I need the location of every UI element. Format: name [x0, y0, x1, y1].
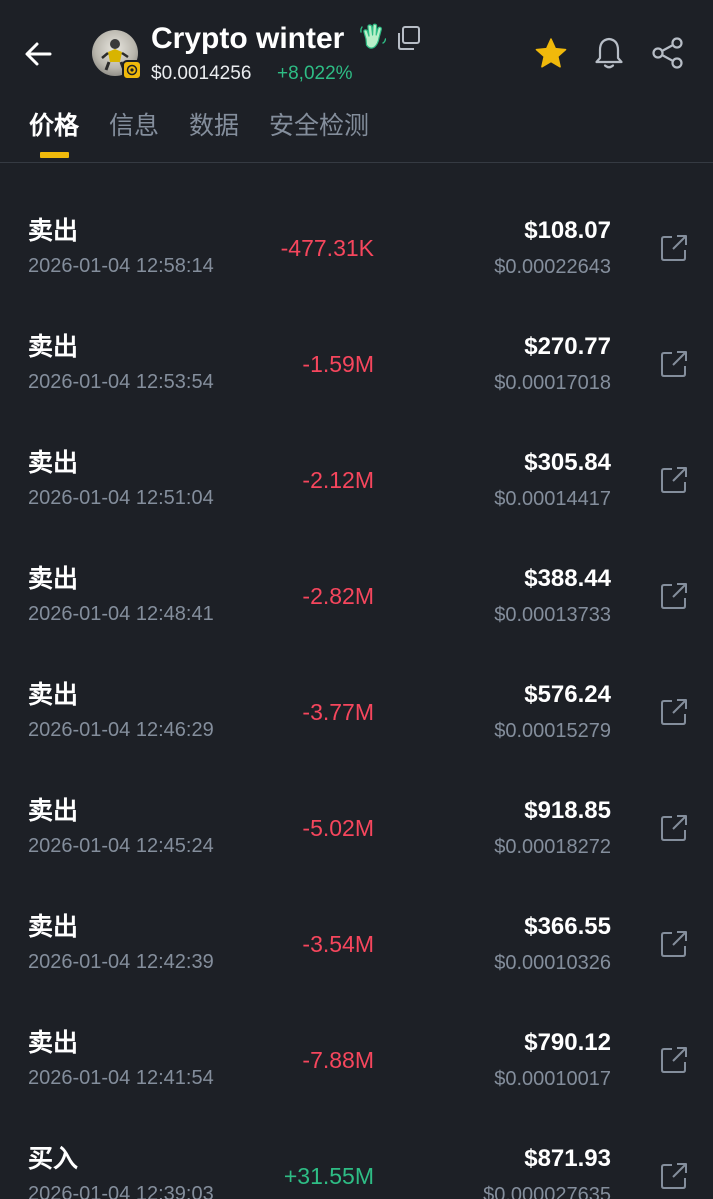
trade-row[interactable]: 卖出 2026-01-04 12:42:39 -3.54M $366.55 $0…	[0, 881, 713, 997]
trade-row[interactable]: 卖出 2026-01-04 12:58:14 -477.31K $108.07 …	[0, 185, 713, 301]
trade-side: 卖出	[28, 217, 79, 245]
trade-side: 卖出	[28, 681, 79, 709]
chain-badge-icon	[122, 60, 142, 80]
trade-amount: -1.59M	[302, 351, 374, 377]
trade-row[interactable]: 卖出 2026-01-04 12:45:24 -5.02M $918.85 $0…	[0, 765, 713, 881]
trade-usd-value: $108.07	[524, 217, 611, 244]
share-icon[interactable]	[650, 35, 686, 71]
trade-price: $0.000027635	[483, 1184, 611, 1199]
trade-price: $0.00014417	[494, 488, 611, 510]
tab-bar: 价格 信息 数据 安全检测	[0, 100, 713, 163]
bell-icon[interactable]	[591, 35, 627, 71]
trade-usd-value: $790.12	[524, 1029, 611, 1056]
external-link-icon[interactable]	[659, 1045, 689, 1075]
trade-side: 卖出	[28, 1029, 79, 1057]
token-price: $0.0014256	[151, 63, 252, 84]
tab-security-check[interactable]: 安全检测	[269, 110, 369, 142]
trade-usd-value: $270.77	[524, 333, 611, 360]
trade-price: $0.00018272	[494, 836, 611, 858]
star-icon[interactable]	[533, 36, 569, 72]
external-link-icon[interactable]	[659, 465, 689, 495]
trade-amount: +31.55M	[283, 1163, 374, 1189]
arrow-left-icon[interactable]	[20, 34, 60, 74]
trade-price: $0.00013733	[494, 604, 611, 626]
external-link-icon[interactable]	[659, 929, 689, 959]
external-link-icon[interactable]	[659, 1161, 689, 1191]
trade-price: $0.00022643	[494, 256, 611, 278]
trade-time: 2026-01-04 12:39:03	[28, 1183, 214, 1199]
trade-row[interactable]: 卖出 2026-01-04 12:41:54 -7.88M $790.12 $0…	[0, 997, 713, 1113]
trade-list: 卖出 2026-01-04 12:58:14 -477.31K $108.07 …	[0, 185, 713, 1199]
active-tab-indicator	[40, 152, 69, 158]
trade-side: 卖出	[28, 913, 79, 941]
wave-hand-icon	[360, 23, 386, 49]
trade-row[interactable]: 卖出 2026-01-04 12:48:41 -2.82M $388.44 $0…	[0, 533, 713, 649]
token-price-change: +8,022%	[277, 63, 353, 84]
trade-row[interactable]: 卖出 2026-01-04 12:51:04 -2.12M $305.84 $0…	[0, 417, 713, 533]
trade-time: 2026-01-04 12:58:14	[28, 255, 214, 277]
tab-data[interactable]: 数据	[189, 110, 239, 142]
trade-side: 买入	[28, 1145, 79, 1173]
trade-amount: -2.82M	[302, 583, 374, 609]
trade-price: $0.00010017	[494, 1068, 611, 1090]
trade-amount: -7.88M	[302, 1047, 374, 1073]
trade-row[interactable]: 卖出 2026-01-04 12:46:29 -3.77M $576.24 $0…	[0, 649, 713, 765]
token-header: Crypto winter $0.0014256 +8,022%	[0, 0, 713, 100]
trade-price: $0.00017018	[494, 372, 611, 394]
trade-usd-value: $388.44	[524, 565, 611, 592]
trade-usd-value: $918.85	[524, 797, 611, 824]
trade-time: 2026-01-04 12:51:04	[28, 487, 214, 509]
token-name: Crypto winter	[151, 22, 345, 55]
trade-row[interactable]: 买入 2026-01-04 12:39:03 +31.55M $871.93 $…	[0, 1113, 713, 1199]
external-link-icon[interactable]	[659, 581, 689, 611]
token-trades-page: Crypto winter $0.0014256 +8,022% 价格 信息 数…	[0, 0, 713, 1199]
trade-side: 卖出	[28, 333, 79, 361]
trade-amount: -477.31K	[280, 235, 374, 261]
trade-time: 2026-01-04 12:53:54	[28, 371, 214, 393]
trade-side: 卖出	[28, 565, 79, 593]
trade-amount: -5.02M	[302, 815, 374, 841]
trade-price: $0.00015279	[494, 720, 611, 742]
external-link-icon[interactable]	[659, 813, 689, 843]
trade-price: $0.00010326	[494, 952, 611, 974]
trade-time: 2026-01-04 12:41:54	[28, 1067, 214, 1089]
trade-amount: -2.12M	[302, 467, 374, 493]
trade-usd-value: $871.93	[524, 1145, 611, 1172]
trade-row[interactable]: 卖出 2026-01-04 12:53:54 -1.59M $270.77 $0…	[0, 301, 713, 417]
trade-time: 2026-01-04 12:45:24	[28, 835, 214, 857]
copy-icon[interactable]	[396, 25, 422, 51]
trade-time: 2026-01-04 12:46:29	[28, 719, 214, 741]
trade-time: 2026-01-04 12:42:39	[28, 951, 214, 973]
external-link-icon[interactable]	[659, 349, 689, 379]
trade-usd-value: $366.55	[524, 913, 611, 940]
trade-usd-value: $305.84	[524, 449, 611, 476]
tab-info[interactable]: 信息	[109, 110, 159, 142]
external-link-icon[interactable]	[659, 697, 689, 727]
trade-side: 卖出	[28, 449, 79, 477]
external-link-icon[interactable]	[659, 233, 689, 263]
trade-amount: -3.77M	[302, 699, 374, 725]
trade-usd-value: $576.24	[524, 681, 611, 708]
trade-side: 卖出	[28, 797, 79, 825]
trade-amount: -3.54M	[302, 931, 374, 957]
trade-time: 2026-01-04 12:48:41	[28, 603, 214, 625]
tab-price[interactable]: 价格	[29, 110, 79, 142]
